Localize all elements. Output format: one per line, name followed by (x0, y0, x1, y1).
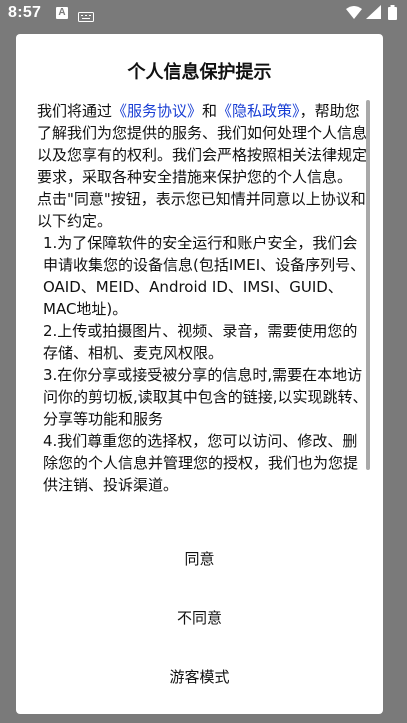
agreement-item-4: 4.我们尊重您的选择权，您可以访问、修改、删除您的个人信息并管理您的授权，我们也… (43, 432, 359, 494)
intro-paragraph: 我们将通过《服务协议》和《隐私政策》，帮助您了解我们为您提供的服务、我们如何处理… (37, 100, 369, 188)
a-notification-icon: A (56, 7, 68, 19)
service-agreement-link[interactable]: 《服务协议》 (112, 102, 202, 120)
guest-mode-button[interactable]: 游客模式 (16, 654, 383, 700)
privacy-dialog: 个人信息保护提示 我们将通过《服务协议》和《隐私政策》，帮助您了解我们为您提供的… (16, 34, 383, 714)
battery-icon (388, 5, 397, 25)
dialog-content[interactable]: 我们将通过《服务协议》和《隐私政策》，帮助您了解我们为您提供的服务、我们如何处理… (37, 100, 369, 545)
disagree-button[interactable]: 不同意 (16, 595, 383, 641)
intro-text-before: 我们将通过 (37, 102, 113, 120)
keyboard-icon (78, 9, 94, 27)
status-bar: 8:57 A (0, 0, 407, 28)
agreement-item-2: 2.上传或拍摄图片、视频、录音，需要使用您的存储、相机、麦克风权限。 (43, 322, 358, 362)
content-scrollbar[interactable] (366, 100, 370, 470)
wifi-icon (346, 5, 362, 24)
signal-icon (366, 5, 381, 24)
agree-button[interactable]: 同意 (16, 536, 383, 582)
privacy-policy-link[interactable]: 《隐私政策》 (217, 102, 300, 120)
dialog-title: 个人信息保护提示 (127, 62, 272, 83)
agreement-item-1: 1.为了保障软件的安全运行和账户安全，我们会申请收集您的设备信息(包括IMEI、… (43, 234, 366, 318)
status-time: 8:57 (8, 4, 42, 21)
agreement-item-3: 3.在你分享或接受被分享的信息时,需要在本地访问你的剪切板,读取其中包含的链接,… (43, 366, 368, 428)
intro-text-and: 和 (202, 102, 218, 120)
click-note: 点击"同意"按钮，表示您已知情并同意以上协议和以下约定。 (37, 190, 366, 230)
